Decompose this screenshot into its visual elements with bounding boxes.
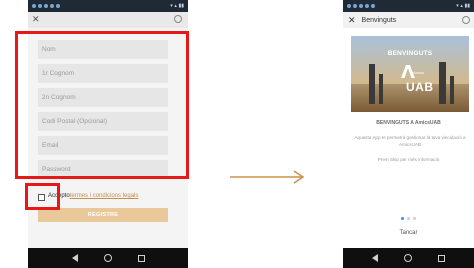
terms-link[interactable]: termes i condicions legals <box>70 193 139 199</box>
pager-dot-active[interactable] <box>401 217 404 220</box>
recent-square-icon[interactable] <box>438 254 445 262</box>
pager-dots <box>343 217 474 220</box>
logo-uab-text: UAB <box>406 80 434 94</box>
welcome-heading: BENVINGUTS A AmicsUAB <box>376 120 441 126</box>
status-info: ▾ ▴ ▮▮ <box>456 3 470 9</box>
back-triangle-icon[interactable] <box>372 254 378 262</box>
status-bar: ▾ ▴ ▮▮ <box>343 0 474 12</box>
recent-square-icon[interactable] <box>137 254 145 262</box>
screenshot-canvas: ▾ ▴ ▮▮ ✕ Nom 1r Cognom 2n Cognom Codi Po… <box>0 0 474 268</box>
status-signal <box>347 4 375 8</box>
register-button[interactable]: REGISTRE <box>38 208 168 222</box>
circle-icon[interactable] <box>174 15 182 23</box>
status-bar: ▾ ▴ ▮▮ <box>28 0 188 12</box>
close-icon[interactable]: ✕ <box>32 14 40 25</box>
welcome-description: Aquesta App et permetrà gestionar la tev… <box>354 135 466 147</box>
home-circle-icon[interactable] <box>404 254 412 262</box>
pager-dot[interactable] <box>407 217 410 220</box>
right-phone-screen: ▾ ▴ ▮▮ ✕ Benvinguts BENVINGUTS Λ Amics U… <box>343 0 474 268</box>
app-top-bar: ✕ <box>28 12 188 28</box>
status-info: ▾ ▴ ▮▮ <box>170 3 184 9</box>
android-nav-bar <box>343 248 474 268</box>
right-arrow-icon <box>230 170 305 184</box>
logo-amics-text: Amics <box>413 70 424 75</box>
android-nav-bar <box>28 248 188 268</box>
checkbox-highlight-box <box>25 183 60 210</box>
welcome-header: ✕ Benvinguts <box>343 12 474 28</box>
form-highlight-box <box>15 31 189 179</box>
circle-icon[interactable] <box>462 16 470 24</box>
back-triangle-icon[interactable] <box>71 254 78 262</box>
skip-hint: Prem Skip per més informació <box>377 157 440 162</box>
banner-welcome-text: BENVINGUTS <box>387 50 433 57</box>
accept-terms-label: Acceptotermes i condicions legals <box>48 193 138 199</box>
status-signal <box>32 4 60 8</box>
close-icon[interactable]: ✕ <box>348 15 356 26</box>
welcome-banner-image: BENVINGUTS Λ Amics UAB <box>351 36 469 112</box>
home-circle-icon[interactable] <box>103 254 112 262</box>
pager-dot[interactable] <box>413 217 416 220</box>
close-button[interactable]: Tancar <box>343 230 474 236</box>
welcome-title: Benvinguts <box>361 16 397 24</box>
